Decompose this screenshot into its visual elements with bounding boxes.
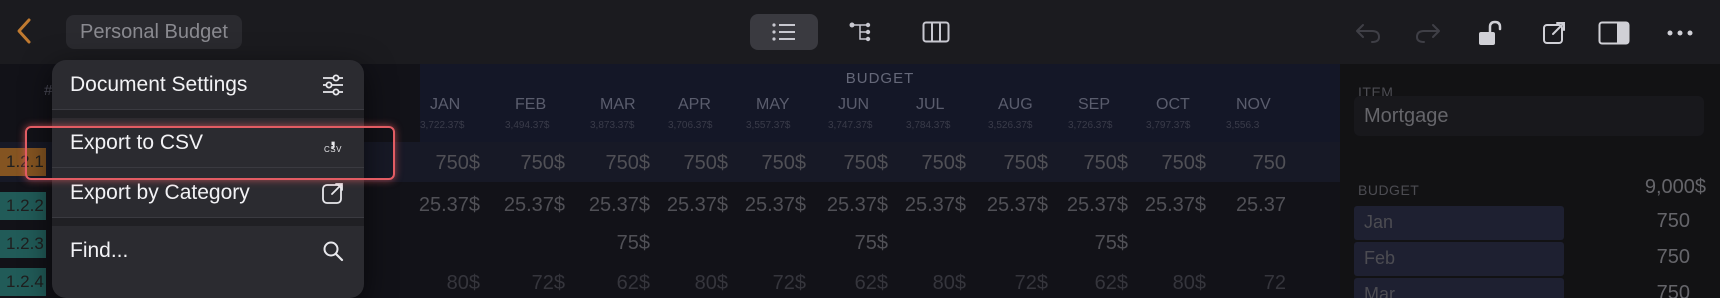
list-view-button[interactable]	[750, 14, 818, 50]
top-toolbar: Personal Budget	[0, 0, 1720, 64]
menu-item-label: Find...	[70, 239, 129, 262]
lock-button[interactable]	[1470, 16, 1510, 50]
back-button[interactable]	[14, 16, 40, 48]
columns-view-button[interactable]	[902, 14, 970, 50]
undo-button[interactable]	[1348, 16, 1388, 50]
list-view-icon	[772, 23, 795, 41]
menu-item-label: Document Settings	[70, 73, 248, 96]
redo-icon	[1416, 24, 1440, 43]
view-switcher	[750, 14, 978, 50]
undo-icon	[1356, 24, 1380, 43]
search-icon	[320, 238, 346, 264]
share-arrow-icon	[320, 180, 346, 206]
tree-view-button[interactable]	[826, 14, 894, 50]
menu-separator	[52, 110, 364, 118]
menu-separator	[52, 218, 364, 226]
redo-button[interactable]	[1408, 16, 1448, 50]
export-csv-highlight	[25, 126, 395, 180]
sliders-icon	[320, 72, 346, 98]
chevron-left-icon	[17, 18, 31, 44]
more-icon	[1667, 30, 1693, 36]
menu-item-label: Export by Category	[70, 181, 250, 204]
columns-view-icon	[922, 21, 950, 43]
menu-item-document-settings[interactable]: Document Settings	[52, 60, 364, 110]
share-button[interactable]	[1534, 16, 1574, 50]
tree-view-icon	[849, 22, 871, 42]
sidebar-icon	[1598, 21, 1630, 45]
unlock-icon	[1479, 20, 1502, 45]
sidebar-toggle-button[interactable]	[1594, 16, 1634, 50]
share-icon	[1543, 22, 1565, 44]
document-title[interactable]: Personal Budget	[66, 15, 242, 49]
more-button[interactable]	[1660, 16, 1700, 50]
menu-item-find[interactable]: Find...	[52, 226, 364, 276]
